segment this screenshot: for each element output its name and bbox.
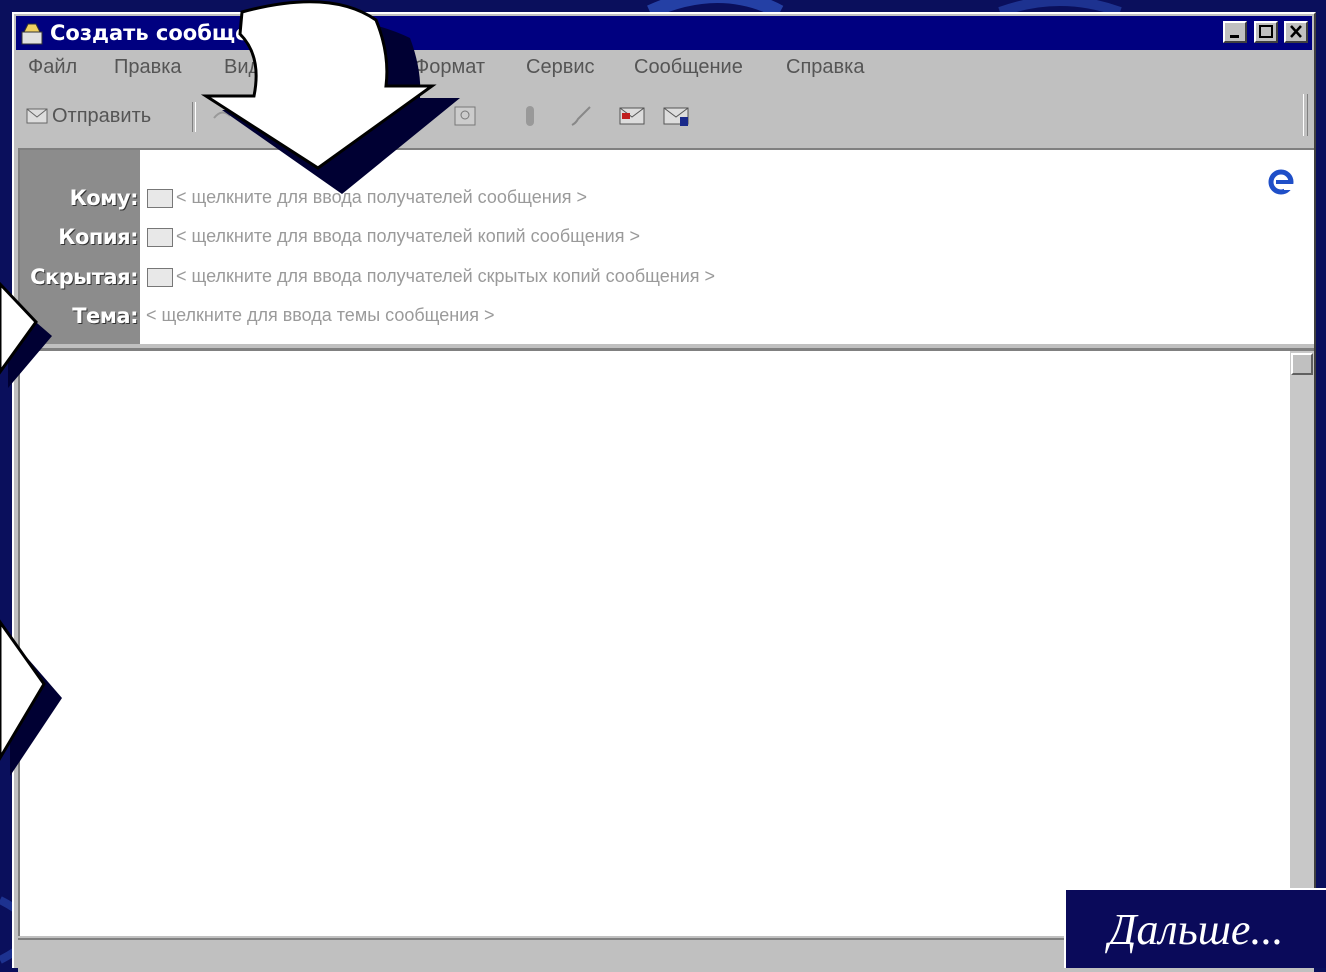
title-bar[interactable]: Создать сообще [16, 16, 1312, 50]
sign-message-button[interactable] [618, 98, 648, 134]
maximize-icon [1258, 25, 1273, 38]
to-field[interactable]: < щелкните для ввода получателей сообщен… [176, 187, 587, 208]
address-card-icon[interactable] [147, 189, 173, 208]
signature-button[interactable] [568, 98, 594, 134]
address-book-button[interactable] [452, 98, 478, 134]
bcc-row: Скрытая: < щелкните для ввода получателе… [20, 263, 1310, 293]
message-body[interactable] [18, 348, 1314, 936]
minimize-button[interactable] [1223, 21, 1248, 43]
undo-icon [213, 111, 231, 119]
compose-window: Создать сообще Файл Правка Вид Формат Се… [12, 12, 1316, 972]
send-label: Отправить [52, 104, 152, 127]
minimize-icon [1230, 35, 1240, 38]
close-button[interactable] [1284, 21, 1308, 43]
address-card-icon[interactable] [147, 228, 173, 247]
vertical-scrollbar[interactable] [1290, 351, 1314, 936]
subject-label: Тема: [72, 304, 138, 328]
paperclip-icon [526, 106, 534, 126]
close-icon [1290, 25, 1302, 38]
cc-field[interactable]: < щелкните для ввода получателей копий с… [176, 226, 640, 247]
cc-label: Копия: [58, 225, 138, 249]
message-header: Кому: < щелкните для ввода получателей с… [18, 148, 1314, 344]
subject-row: Тема: < щелкните для ввода темы сообщени… [20, 302, 1310, 332]
pen-icon [571, 106, 591, 126]
toolbar-edge [1303, 94, 1308, 136]
address-book-icon [454, 106, 476, 126]
menu-file[interactable]: Файл [28, 56, 77, 79]
next-button[interactable]: Дальше... [1064, 888, 1326, 968]
undo-button[interactable] [210, 98, 234, 134]
menu-edit[interactable]: Правка [114, 56, 182, 79]
menu-format[interactable]: Формат [414, 56, 485, 79]
toolbar-separator [192, 102, 196, 132]
to-label: Кому: [69, 186, 139, 210]
scroll-up-button[interactable] [1291, 353, 1313, 375]
new-message-icon [21, 23, 43, 45]
window-title: Создать сообще [50, 21, 250, 45]
cc-row: Копия: < щелкните для ввода получателей … [20, 223, 1310, 253]
attach-button[interactable] [522, 98, 538, 134]
send-button[interactable]: Отправить [26, 98, 151, 134]
menu-view[interactable]: Вид [224, 56, 260, 79]
next-label: Дальше... [1108, 904, 1284, 954]
bcc-field[interactable]: < щелкните для ввода получателей скрытых… [176, 266, 715, 287]
maximize-button[interactable] [1253, 21, 1278, 43]
signed-envelope-icon [619, 107, 645, 125]
to-row: Кому: < щелкните для ввода получателей с… [20, 184, 1310, 214]
address-card-icon[interactable] [147, 268, 173, 287]
encrypt-message-button[interactable] [662, 98, 692, 134]
subject-field[interactable]: < щелкните для ввода темы сообщения > [146, 305, 495, 326]
menu-help[interactable]: Справка [786, 56, 864, 79]
encrypted-envelope-icon [663, 107, 689, 126]
toolbar: Отправить [18, 94, 1314, 144]
bcc-label: Скрытая: [30, 265, 138, 289]
send-icon [26, 108, 48, 124]
menu-tools[interactable]: Сервис [526, 56, 595, 79]
internet-explorer-icon [1268, 169, 1294, 195]
menu-message[interactable]: Сообщение [634, 56, 743, 79]
